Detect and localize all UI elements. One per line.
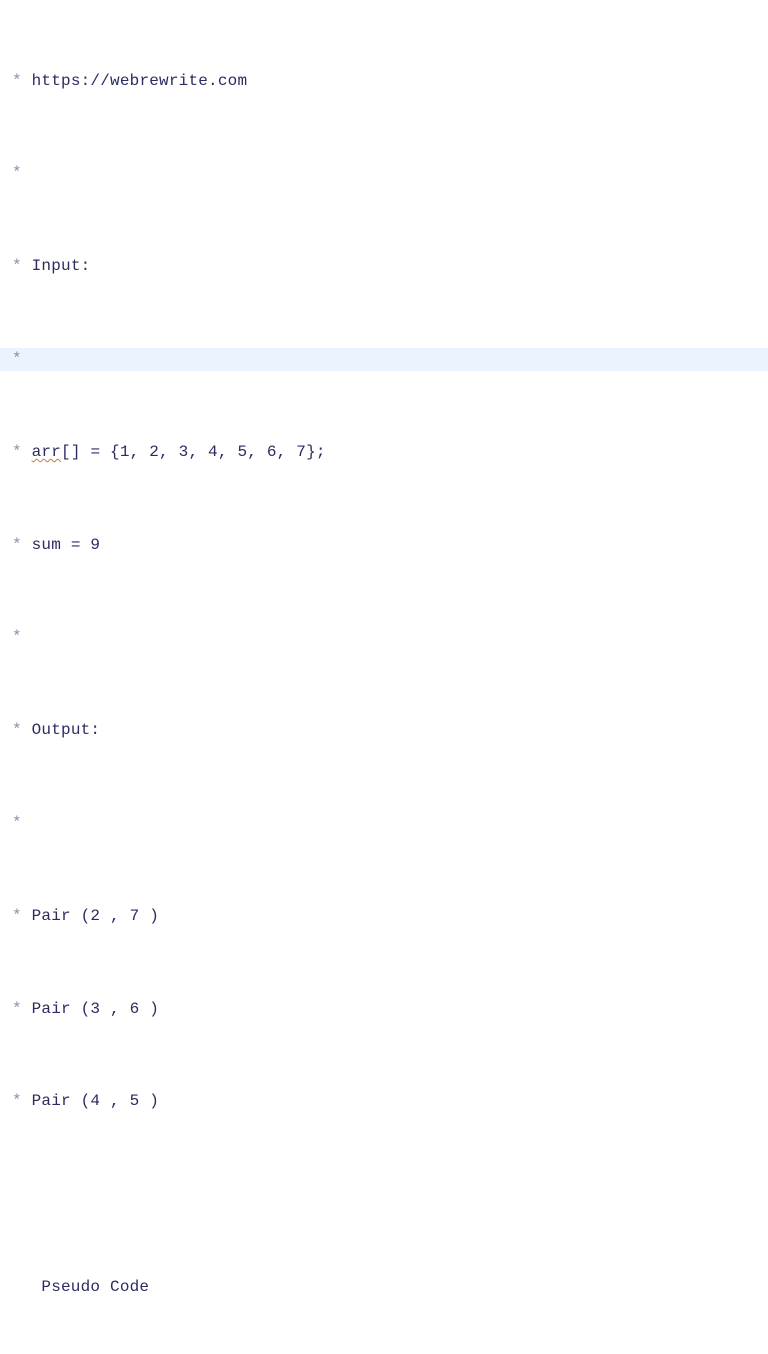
section-label-input: Input:: [32, 257, 91, 275]
highlighted-line: *: [0, 348, 768, 371]
code-line: * arr[] = {1, 2, 3, 4, 5, 6, 7};: [6, 441, 768, 464]
code-line: Pseudo Code: [6, 1276, 768, 1299]
pair-3: Pair (4 , 5 ): [32, 1092, 159, 1110]
code-line: *: [6, 626, 768, 649]
code-line: * Pair (4 , 5 ): [6, 1090, 768, 1113]
comment-star: *: [12, 536, 22, 554]
sum-line: sum = 9: [32, 536, 101, 554]
comment-star: *: [12, 164, 22, 182]
pair-2: Pair (3 , 6 ): [32, 1000, 159, 1018]
code-line: [6, 1183, 768, 1206]
code-line: * Pair (2 , 7 ): [6, 905, 768, 928]
comment-star: *: [12, 628, 22, 646]
comment-star: *: [12, 350, 22, 368]
code-line: * Pair (3 , 6 ): [6, 998, 768, 1021]
comment-star: *: [12, 1092, 22, 1110]
identifier-arr: arr: [32, 443, 61, 461]
comment-star: *: [12, 814, 22, 832]
code-line: *: [6, 162, 768, 185]
code-line: * Input:: [6, 255, 768, 278]
section-label-pseudo: Pseudo Code: [41, 1278, 149, 1296]
pair-1: Pair (2 , 7 ): [32, 907, 159, 925]
code-text: [22, 72, 32, 90]
code-editor: * https://webrewrite.com * * Input: * * …: [0, 0, 768, 1354]
comment-star: *: [12, 721, 22, 739]
code-line: *: [6, 812, 768, 835]
comment-star: *: [12, 443, 22, 461]
code-line: * sum = 9: [6, 534, 768, 557]
comment-star: *: [12, 72, 22, 90]
array-brackets: []: [61, 443, 81, 461]
comment-star: *: [12, 257, 22, 275]
comment-star: *: [12, 1000, 22, 1018]
code-line: * https://webrewrite.com: [6, 70, 768, 93]
code-line: * Output:: [6, 719, 768, 742]
section-label-output: Output:: [32, 721, 101, 739]
url-text: https://webrewrite.com: [32, 72, 248, 90]
comment-star: *: [12, 907, 22, 925]
array-init: = {1, 2, 3, 4, 5, 6, 7};: [81, 443, 326, 461]
